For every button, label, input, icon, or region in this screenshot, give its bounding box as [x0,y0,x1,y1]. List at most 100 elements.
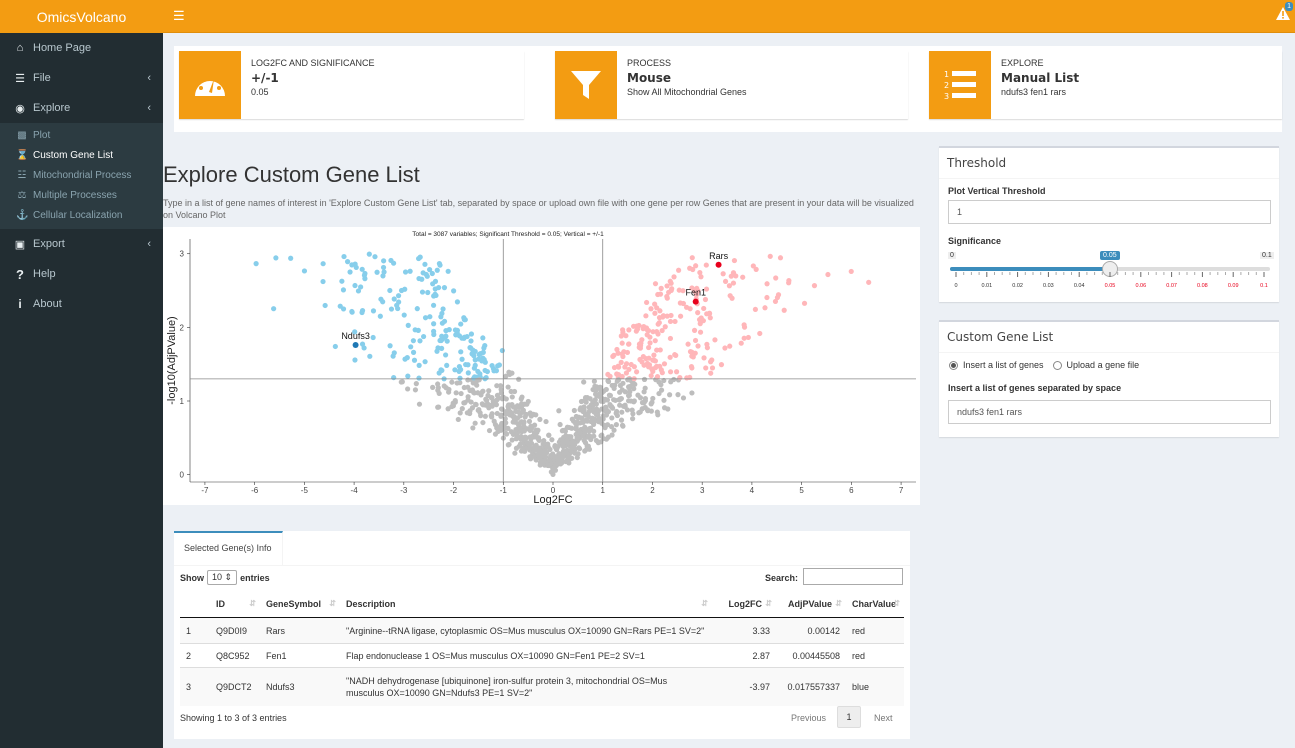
sidebar-item-file[interactable]: ☰ File ‹ [0,63,163,93]
next-button[interactable]: Next [874,713,893,723]
data-point [349,309,355,315]
data-point [405,386,411,392]
data-point [485,392,491,399]
data-point [438,314,444,320]
col-header-charvalue[interactable]: CharValue ⇵ [846,591,904,618]
data-point [445,268,451,274]
data-point [786,280,792,286]
sort-icon: ⇵ [249,599,256,608]
data-point [618,417,625,423]
data-point [662,324,668,330]
sidebar-item-help[interactable]: ? Help [0,259,163,289]
data-point [741,322,747,328]
data-point [402,286,408,292]
data-point [661,405,668,411]
menu-toggle-icon[interactable]: ☰ [173,8,185,24]
y-axis-label: -log10(AdjPValue) [166,316,178,404]
data-point [380,264,387,271]
col-header-index [180,591,210,618]
table-row[interactable]: 3 Q9DCT2 Ndufs3 "NADH dehydrogenase [ubi… [180,667,904,706]
radio-upload-file[interactable] [1052,360,1062,370]
data-point [366,251,372,257]
data-point [652,281,659,287]
sidebar-item-cellular-localization[interactable]: ⚓ Cellular Localization [0,205,163,225]
table-row[interactable]: 2 Q8C952 Fen1 Flap endonuclease 1 OS=Mus… [180,643,904,668]
search-input[interactable] [803,568,903,585]
data-point [651,352,657,358]
app-logo[interactable]: OmicsVolcano [0,0,163,33]
sidebar-item-mitochondrial-process[interactable]: ☳ Mitochondrial Process [0,165,163,185]
data-point [639,359,645,365]
data-point [582,440,589,446]
sidebar-item-plot[interactable]: ▩ Plot [0,125,163,145]
radio-insert-list[interactable] [949,360,958,370]
data-point [341,253,347,260]
slider-tick-label: 0.03 [1043,283,1054,289]
entries-select[interactable]: 10 ⇕ [207,570,238,585]
table-row[interactable]: 1 Q9D0I9 Rars "Arginine--tRNA ligase, cy… [180,617,904,644]
data-point [435,387,441,393]
sidebar-item-export[interactable]: ▣ Export ‹ [0,229,163,259]
data-point [672,318,678,325]
data-point [430,384,436,390]
data-point [600,398,606,405]
vertical-threshold-input[interactable]: 1 [948,200,1271,224]
data-point [695,310,701,316]
data-point [520,445,526,451]
data-point [422,261,428,267]
volcano-plot[interactable]: Total = 3087 variables; Significant Thre… [163,227,920,506]
data-point [677,375,683,381]
sidebar-item-home[interactable]: ⌂ Home Page [0,33,163,63]
data-point [573,425,579,432]
col-header-label: ID [216,599,225,609]
sidebar: ⌂ Home Page ☰ File ‹ ◉ Explore ‹ ▩ Plot … [0,33,163,748]
data-point [359,307,366,314]
data-point [764,294,770,301]
data-point [528,426,534,432]
data-point [455,416,461,423]
data-point [465,362,471,368]
data-point [626,327,632,333]
gene-list-input[interactable]: ndufs3 fen1 rars [948,400,1271,424]
sidebar-item-label: Export [33,238,65,250]
data-point [476,351,482,358]
col-header-description[interactable]: Description ⇵ [340,591,712,618]
data-point [709,357,715,363]
col-header-label: Description [346,599,396,609]
data-point [664,313,670,319]
data-point [528,434,534,440]
slider-ticks: 0 0.01 0.02 0.03 0.04 0.05 0.06 0.07 0.08 0.09 0.1 [954,272,1268,289]
data-point [449,379,455,385]
sort-icon: ⇵ [893,599,900,608]
data-point [647,334,653,340]
sidebar-item-label: Mitochondrial Process [33,169,132,181]
col-header-id[interactable]: ID ⇵ [210,591,260,618]
gene-list-label: Insert a list of genes separated by spac… [948,383,1122,393]
data-point [607,373,613,379]
data-point [647,340,653,346]
sidebar-item-about[interactable]: i About [0,289,163,319]
radio-group: Insert a list of genes Upload a gene fil… [949,360,1139,370]
sidebar-item-custom-gene-list[interactable]: ⌛ Custom Gene List [0,145,163,165]
page-button-1[interactable]: 1 [837,706,861,728]
select-arrows-icon: ⇕ [224,572,233,582]
col-header-log2fc[interactable]: Log2FC ⇵ [712,591,776,618]
previous-button[interactable]: Previous [791,713,826,723]
slider-tick-label: 0 [954,283,957,289]
data-point [401,312,407,318]
data-point [568,434,574,440]
data-point [521,428,527,434]
data-point [528,455,535,461]
col-header-genesymbol[interactable]: GeneSymbol ⇵ [260,591,340,618]
sidebar-item-explore[interactable]: ◉ Explore ‹ [0,93,163,123]
data-point [440,306,446,312]
col-header-adjpvalue[interactable]: AdjPValue ⇵ [776,591,846,618]
data-point [619,340,625,346]
data-point [757,330,763,337]
sidebar-item-multiple-processes[interactable]: ⚖ Multiple Processes [0,185,163,205]
tab-selected-genes-info[interactable]: Selected Gene(s) Info [174,531,283,566]
data-point [652,301,658,307]
data-point [586,428,592,434]
threshold-box: Threshold Plot Vertical Threshold 1 Sign… [939,146,1279,302]
data-point [431,321,437,327]
